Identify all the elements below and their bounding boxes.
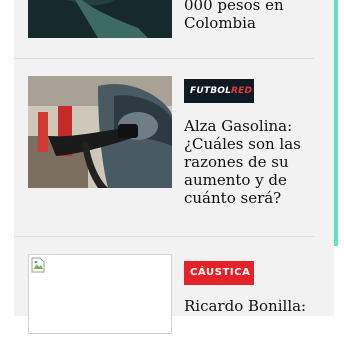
source-badge-caustica[interactable]: CÁUSTICA	[184, 261, 254, 285]
news-card[interactable]: 000 pesos en Colombia	[14, 0, 314, 58]
news-text: 000 pesos en Colombia	[184, 0, 314, 32]
card-divider	[14, 58, 314, 59]
thumbnail-image	[28, 0, 172, 38]
news-headline[interactable]: Alza Gasolina: ¿Cuáles son las razones d…	[184, 117, 314, 207]
news-text: CÁUSTICA Ricardo Bonilla:	[184, 260, 314, 315]
broken-image-icon	[31, 257, 45, 273]
source-badge-futbolred[interactable]: FUTBOLRED	[184, 79, 254, 103]
card-divider	[14, 236, 314, 237]
news-headline[interactable]: Ricardo Bonilla:	[184, 297, 314, 315]
scroll-accent-bar	[334, 0, 338, 246]
news-text: FUTBOLRED Alza Gasolina: ¿Cuáles son las…	[184, 78, 314, 207]
gas-pump-image	[28, 76, 172, 188]
news-card[interactable]: FUTBOLRED Alza Gasolina: ¿Cuáles son las…	[14, 76, 314, 232]
news-thumbnail-broken[interactable]	[28, 254, 172, 334]
news-card[interactable]: CÁUSTICA Ricardo Bonilla:	[14, 254, 314, 334]
news-headline[interactable]: 000 pesos en Colombia	[184, 0, 314, 32]
news-thumbnail[interactable]	[28, 76, 172, 188]
news-thumbnail[interactable]	[28, 0, 172, 38]
